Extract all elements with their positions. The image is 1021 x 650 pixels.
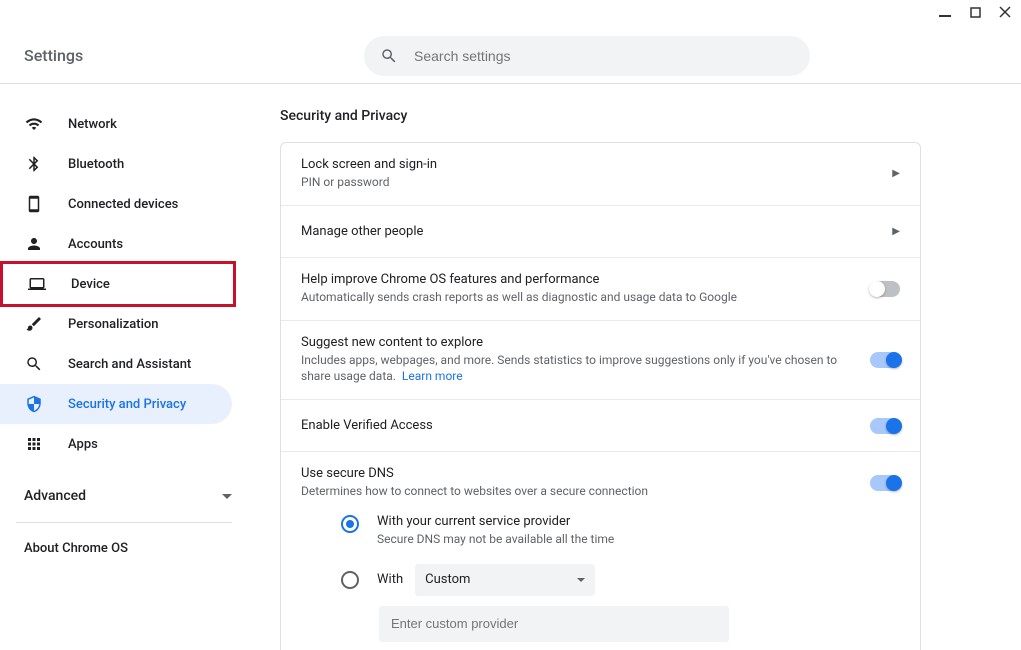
search-container[interactable] xyxy=(364,36,810,76)
row-verified-access: Enable Verified Access xyxy=(281,400,920,452)
chevron-down-icon xyxy=(222,488,232,504)
row-help-improve: Help improve Chrome OS features and perf… xyxy=(281,258,920,321)
row-suggest-content: Suggest new content to explore Includes … xyxy=(281,321,920,401)
toggle-verified-access[interactable] xyxy=(870,418,900,434)
row-subtitle: Automatically sends crash reports as wel… xyxy=(301,289,854,306)
wifi-icon xyxy=(24,114,44,134)
row-title: Enable Verified Access xyxy=(301,418,854,433)
chevron-right-icon: ▶ xyxy=(892,168,900,179)
phone-icon xyxy=(24,194,44,214)
learn-more-link[interactable]: Learn more xyxy=(402,369,463,383)
maximize-icon xyxy=(970,7,981,18)
maximize-button[interactable] xyxy=(967,6,983,22)
divider xyxy=(16,522,232,523)
option-title: With your current service provider xyxy=(377,514,614,529)
person-icon xyxy=(24,234,44,254)
sidebar-advanced[interactable]: Advanced xyxy=(0,476,256,516)
sidebar-item-label: Personalization xyxy=(68,317,159,332)
radio-unselected-icon xyxy=(341,571,359,589)
option-title: With xyxy=(377,572,403,587)
row-subtitle: PIN or password xyxy=(301,174,876,191)
row-title: Use secure DNS xyxy=(301,466,854,481)
laptop-icon xyxy=(27,274,47,294)
row-title: Lock screen and sign-in xyxy=(301,157,876,172)
row-title: Manage other people xyxy=(301,224,876,239)
row-subtitle: Includes apps, webpages, and more. Sends… xyxy=(301,352,854,386)
row-secure-dns: Use secure DNS Determines how to connect… xyxy=(281,452,920,650)
sidebar-item-personalization[interactable]: Personalization xyxy=(0,304,232,344)
sidebar-item-label: Search and Assistant xyxy=(68,357,191,372)
custom-provider-input[interactable] xyxy=(379,606,729,642)
close-icon xyxy=(999,6,1011,18)
sidebar: Network Bluetooth Connected devices Acco… xyxy=(0,84,256,650)
dns-provider-dropdown[interactable]: Custom xyxy=(415,564,595,596)
minimize-button[interactable] xyxy=(937,6,953,22)
highlight-box: Device xyxy=(0,261,236,307)
sidebar-item-label: Apps xyxy=(68,437,98,452)
settings-card: Lock screen and sign-in PIN or password … xyxy=(280,142,921,650)
radio-selected-icon xyxy=(341,515,359,533)
sidebar-item-label: Accounts xyxy=(68,237,123,252)
sidebar-item-security-privacy[interactable]: Security and Privacy xyxy=(0,384,232,424)
sidebar-item-device[interactable]: Device xyxy=(3,264,233,304)
sidebar-item-label: Security and Privacy xyxy=(68,397,186,412)
search-input[interactable] xyxy=(412,47,794,65)
sidebar-item-accounts[interactable]: Accounts xyxy=(0,224,232,264)
row-title: Suggest new content to explore xyxy=(301,335,854,350)
toggle-secure-dns[interactable] xyxy=(870,475,900,491)
toggle-help-improve[interactable] xyxy=(870,281,900,297)
sidebar-item-label: Network xyxy=(68,117,117,132)
option-subtitle: Secure DNS may not be available all the … xyxy=(377,531,614,548)
row-lock-screen[interactable]: Lock screen and sign-in PIN or password … xyxy=(281,143,920,206)
row-title: Help improve Chrome OS features and perf… xyxy=(301,272,854,287)
sidebar-item-network[interactable]: Network xyxy=(0,104,232,144)
window-titlebar xyxy=(0,0,1021,28)
search-icon xyxy=(380,47,398,65)
sidebar-item-bluetooth[interactable]: Bluetooth xyxy=(0,144,232,184)
sidebar-item-apps[interactable]: Apps xyxy=(0,424,232,464)
search-icon xyxy=(24,354,44,374)
chevron-right-icon: ▶ xyxy=(892,226,900,237)
header: Settings xyxy=(0,28,1021,84)
section-title: Security and Privacy xyxy=(280,108,921,124)
sidebar-item-search-assistant[interactable]: Search and Assistant xyxy=(0,344,232,384)
main-content: Security and Privacy Lock screen and sig… xyxy=(256,84,1021,650)
sidebar-item-label: Connected devices xyxy=(68,197,178,212)
advanced-label: Advanced xyxy=(24,488,86,504)
shield-icon xyxy=(24,394,44,414)
toggle-suggest-content[interactable] xyxy=(870,352,900,368)
row-manage-people[interactable]: Manage other people ▶ xyxy=(281,206,920,258)
bluetooth-icon xyxy=(24,154,44,174)
apps-icon xyxy=(24,434,44,454)
page-title: Settings xyxy=(24,46,364,65)
sidebar-item-label: Device xyxy=(71,277,110,292)
brush-icon xyxy=(24,314,44,334)
dropdown-value: Custom xyxy=(425,572,470,587)
close-button[interactable] xyxy=(997,6,1013,22)
sidebar-about[interactable]: About Chrome OS xyxy=(0,529,256,568)
chevron-down-icon xyxy=(577,572,585,587)
sidebar-item-label: Bluetooth xyxy=(68,157,124,172)
dns-option-current-provider[interactable]: With your current service provider Secur… xyxy=(341,514,900,548)
row-subtitle: Determines how to connect to websites ov… xyxy=(301,483,854,500)
dns-option-custom[interactable]: With Custom xyxy=(341,564,900,596)
sidebar-item-connected-devices[interactable]: Connected devices xyxy=(0,184,232,224)
minimize-icon xyxy=(939,6,951,18)
